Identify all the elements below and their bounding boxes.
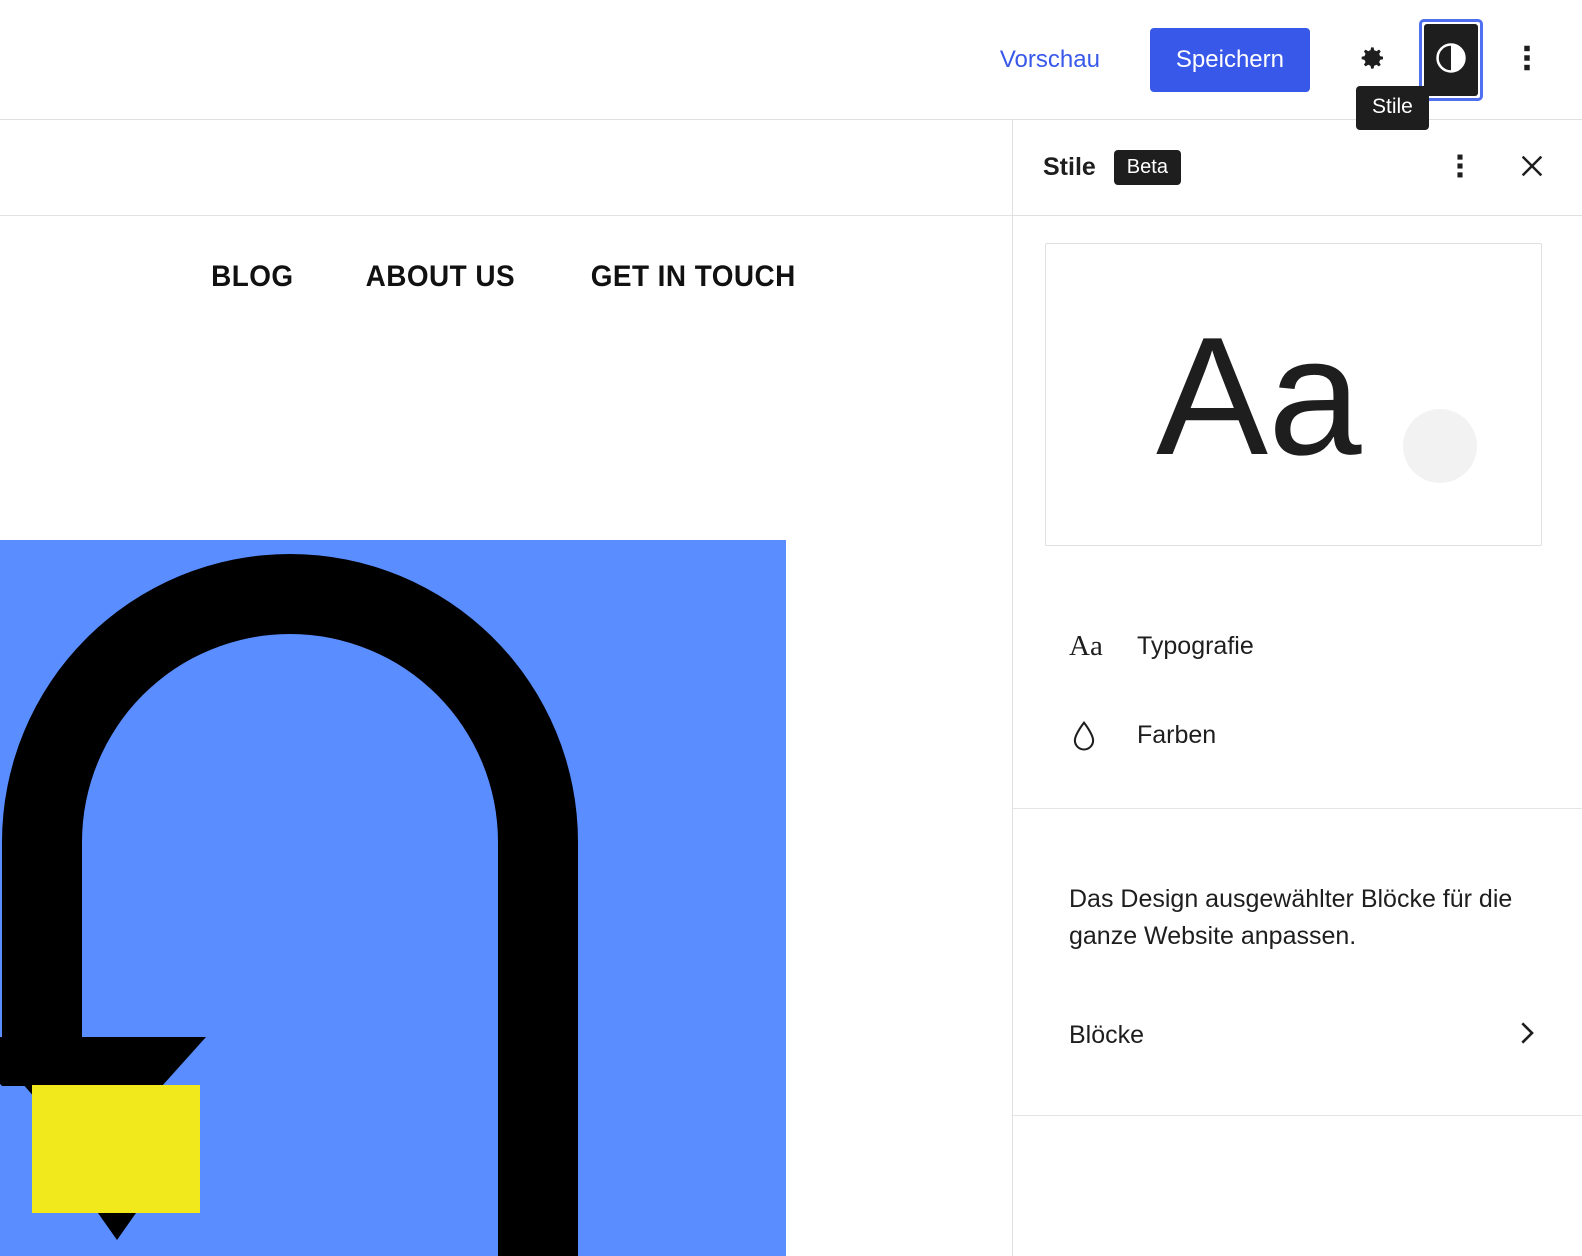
- editor-canvas[interactable]: BLOG ABOUT US GET IN TOUCH: [0, 120, 1012, 1256]
- nav-item-blog[interactable]: BLOG: [211, 260, 293, 294]
- styles-toggle-button[interactable]: [1419, 18, 1483, 101]
- editor-top-bar: Vorschau Speichern: [0, 0, 1582, 120]
- preview-link[interactable]: Vorschau: [984, 36, 1116, 84]
- style-preview-card[interactable]: Aa: [1045, 243, 1542, 546]
- preview-sample-text: Aa: [1156, 302, 1362, 490]
- site-header-block[interactable]: [0, 120, 1012, 216]
- nav-item-about-us[interactable]: ABOUT US: [365, 260, 514, 294]
- blocks-section: Das Design ausgewählter Blöcke für die g…: [1013, 881, 1582, 1063]
- styles-toggle-wrapper: [1419, 18, 1483, 101]
- menu-item-typografie[interactable]: Aa Typografie: [1013, 602, 1582, 691]
- blocks-description: Das Design ausgewählter Blöcke für die g…: [1069, 885, 1513, 950]
- blocks-row-label: Blöcke: [1069, 1020, 1145, 1049]
- site-navigation-block[interactable]: BLOG ABOUT US GET IN TOUCH: [0, 260, 1012, 294]
- blocks-navigation-row[interactable]: Blöcke: [1069, 1007, 1542, 1063]
- gear-icon: [1355, 42, 1387, 77]
- vertical-ellipsis-icon: [1449, 152, 1471, 183]
- styles-sidebar: Stile Beta Aa Aa Typografie Farben Das D…: [1012, 120, 1582, 1256]
- vertical-ellipsis-icon: [1514, 43, 1540, 76]
- nav-item-get-in-touch[interactable]: GET IN TOUCH: [591, 260, 796, 294]
- settings-button[interactable]: [1344, 33, 1398, 87]
- menu-item-farben[interactable]: Farben: [1013, 691, 1582, 780]
- sidebar-divider: [1013, 1115, 1582, 1116]
- sidebar-divider: [1013, 808, 1582, 809]
- menu-item-label: Farben: [1137, 721, 1217, 749]
- preview-color-swatch: [1403, 409, 1477, 483]
- typography-aa-icon: Aa: [1069, 630, 1103, 662]
- close-icon: [1516, 150, 1548, 185]
- chevron-right-icon: [1512, 1018, 1542, 1053]
- save-button[interactable]: Speichern: [1149, 27, 1310, 92]
- contrast-half-circle-icon: [1432, 39, 1470, 80]
- sidebar-header: Stile Beta: [1013, 120, 1582, 216]
- sidebar-title: Stile: [1043, 153, 1096, 181]
- sidebar-more-options-button[interactable]: [1436, 144, 1484, 192]
- color-drop-icon: [1069, 719, 1111, 753]
- more-options-button[interactable]: [1500, 33, 1554, 87]
- beta-badge: Beta: [1113, 150, 1181, 185]
- arch-arrow-graphic: [0, 554, 578, 1256]
- styles-tooltip: Stile: [1356, 86, 1429, 130]
- close-sidebar-button[interactable]: [1508, 144, 1556, 192]
- cover-image-block[interactable]: [0, 540, 786, 1256]
- styles-menu-list: Aa Typografie Farben: [1013, 602, 1582, 780]
- yellow-accent-rect: [32, 1085, 200, 1213]
- menu-item-label: Typografie: [1137, 632, 1254, 660]
